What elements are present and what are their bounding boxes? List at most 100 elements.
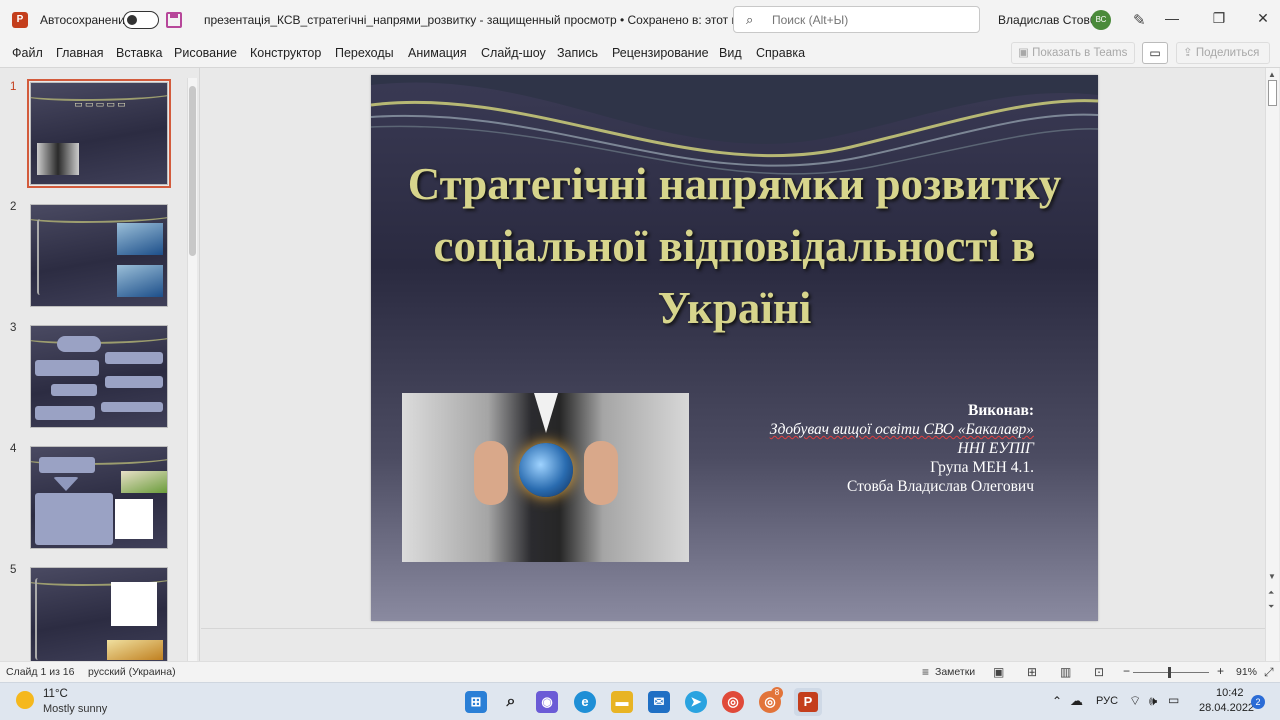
share-button[interactable]: ⇪ Поделиться	[1176, 42, 1270, 64]
search-icon[interactable]: ⌕	[500, 691, 522, 713]
comment-icon: ▭	[1149, 46, 1161, 60]
zoom-in-icon[interactable]: +	[1217, 664, 1224, 678]
notes-button[interactable]: Заметки	[935, 666, 975, 678]
tab-transitions[interactable]: Переходы	[335, 46, 394, 60]
telegram-icon[interactable]: ➤	[685, 691, 707, 713]
info-label: Виконав:	[968, 402, 1034, 419]
minimize-button[interactable]: —	[1162, 10, 1182, 26]
autosave-label: Автосохранение	[40, 13, 132, 27]
thumb-number: 1	[10, 81, 17, 93]
tab-view[interactable]: Вид	[719, 46, 742, 60]
share-label: Поделиться	[1195, 47, 1260, 59]
thumbnail-scrollbar[interactable]	[187, 78, 197, 662]
file-explorer-icon[interactable]: ▬	[611, 691, 633, 713]
tab-file[interactable]: Файл	[12, 46, 43, 60]
tab-home[interactable]: Главная	[56, 46, 104, 60]
slide-thumbnail-5[interactable]	[30, 567, 168, 662]
thumb-number: 5	[10, 564, 17, 576]
save-icon[interactable]	[166, 12, 182, 28]
scrollbar-handle[interactable]	[189, 86, 196, 256]
slide-canvas[interactable]: Стратегічні напрямки розвитку соціальної…	[371, 75, 1098, 621]
user-name[interactable]: Владислав Стовба	[998, 13, 1103, 27]
info-role: Здобувач вищої освіти СВО «Бакалавр»	[769, 421, 1034, 438]
slideshow-icon[interactable]: ⊡	[1094, 665, 1104, 679]
info-name: Стовба Владислав Олегович	[847, 478, 1034, 495]
autosave-toggle[interactable]	[123, 11, 159, 29]
weather-description[interactable]: Mostly sunny	[43, 703, 107, 715]
pen-icon[interactable]: ✎	[1133, 11, 1146, 29]
windows-taskbar: 11°C Mostly sunny ⊞ ⌕ ◉ e ▬ ✉ ➤ ◎ ◎ 8 P …	[0, 682, 1280, 720]
status-bar: Слайд 1 из 16 русский (Украина) ≡ Заметк…	[0, 661, 1280, 682]
show-in-teams-button[interactable]: ▣ Показать в Teams	[1011, 42, 1135, 64]
slide-thumbnail-4[interactable]	[30, 446, 168, 549]
slide-title[interactable]: Стратегічні напрямки розвитку соціальної…	[391, 153, 1078, 339]
powerpoint-taskbar-button[interactable]: P	[794, 688, 822, 716]
notes-pane[interactable]	[201, 628, 1265, 662]
mail-icon[interactable]: ✉	[648, 691, 670, 713]
notes-icon: ≡	[922, 665, 930, 679]
chrome-icon[interactable]: ◎	[722, 691, 744, 713]
notification-badge[interactable]: 2	[1251, 695, 1265, 709]
weather-sun-icon[interactable]	[16, 691, 34, 709]
zoom-out-icon[interactable]: −	[1123, 664, 1130, 678]
globe-icon	[519, 443, 573, 497]
tab-animations[interactable]: Анимация	[408, 46, 467, 60]
author-info-block[interactable]: Виконав: Здобувач вищої освіти СВО «Бака…	[704, 401, 1034, 496]
scroll-up-icon[interactable]: ▲	[1268, 70, 1276, 79]
tab-insert[interactable]: Вставка	[116, 46, 162, 60]
editor-scrollbar[interactable]: ▲ ▼ ⏶ ⏷	[1265, 68, 1279, 662]
tab-review[interactable]: Рецензирование	[612, 46, 709, 60]
thumb-number: 3	[10, 322, 17, 334]
reading-view-icon[interactable]: ▥	[1060, 665, 1071, 679]
weather-temperature[interactable]: 11°C	[43, 688, 68, 700]
toggle-knob	[127, 15, 137, 25]
avatar[interactable]: ВС	[1091, 10, 1111, 30]
search-icon: ⌕	[746, 12, 754, 27]
clock-time[interactable]: 10:42	[1216, 687, 1244, 699]
tab-record[interactable]: Запись	[557, 46, 598, 60]
slide-thumbnail-2[interactable]	[30, 204, 168, 307]
show-hidden-icons-icon[interactable]: ⌃	[1052, 694, 1062, 708]
tab-design[interactable]: Конструктор	[250, 46, 321, 60]
scroll-down-icon[interactable]: ▼	[1268, 572, 1276, 581]
globe-hands-image[interactable]	[402, 393, 689, 562]
tab-help[interactable]: Справка	[756, 46, 805, 60]
windows-start-icon[interactable]: ⊞	[465, 691, 487, 713]
slide-counter: Слайд 1 из 16	[6, 666, 75, 678]
powerpoint-icon: P	[798, 692, 818, 712]
search-box[interactable]: ⌕	[733, 6, 980, 33]
wifi-icon[interactable]: ⌔	[1129, 693, 1141, 709]
zoom-level[interactable]: 91%	[1236, 666, 1257, 678]
search-input[interactable]	[772, 11, 972, 29]
close-button[interactable]: ✕	[1253, 10, 1273, 27]
volume-icon[interactable]: 🕪	[1149, 693, 1157, 709]
chat-icon[interactable]: ◉	[536, 691, 558, 713]
edge-browser-icon[interactable]: e	[574, 691, 596, 713]
fit-to-window-icon[interactable]: ⤢	[1264, 665, 1274, 680]
info-institute: ННІ ЕУПІГ	[957, 440, 1035, 457]
input-language[interactable]: РУС	[1096, 695, 1118, 707]
slide-thumbnail-3[interactable]	[30, 325, 168, 428]
battery-icon[interactable]: ▭	[1168, 693, 1179, 707]
zoom-slider-thumb[interactable]	[1168, 667, 1171, 678]
comments-button[interactable]: ▭	[1142, 42, 1168, 64]
tab-slideshow[interactable]: Слайд-шоу	[481, 46, 546, 60]
clock-date[interactable]: 28.04.2022	[1199, 702, 1254, 714]
tab-draw[interactable]: Рисование	[174, 46, 237, 60]
slide-thumbnail-1[interactable]: ▭ ▭ ▭ ▭ ▭	[27, 79, 171, 188]
zoom-slider[interactable]	[1133, 672, 1209, 673]
slide-thumbnail-panel: 1 ▭ ▭ ▭ ▭ ▭ 2 3 4 5	[0, 68, 200, 662]
previous-slide-icon[interactable]: ⏶	[1268, 588, 1274, 598]
thumb-number: 4	[10, 443, 17, 455]
teams-label: Показать в Teams	[1032, 47, 1128, 59]
scrollbar-handle[interactable]	[1268, 80, 1277, 106]
cloud-icon[interactable]: ☁	[1070, 693, 1083, 709]
next-slide-icon[interactable]: ⏷	[1268, 602, 1274, 612]
powerpoint-app-icon[interactable]: P	[12, 12, 28, 28]
normal-view-icon[interactable]: ▣	[993, 665, 1004, 679]
restore-button[interactable]: ❐	[1209, 10, 1229, 27]
title-bar: P Автосохранение презентація_КСВ_стратег…	[0, 0, 1280, 40]
document-title: презентація_КСВ_стратегічні_напрями_розв…	[204, 13, 792, 27]
language-indicator[interactable]: русский (Украина)	[88, 666, 176, 678]
slide-sorter-icon[interactable]: ⊞	[1027, 665, 1037, 679]
